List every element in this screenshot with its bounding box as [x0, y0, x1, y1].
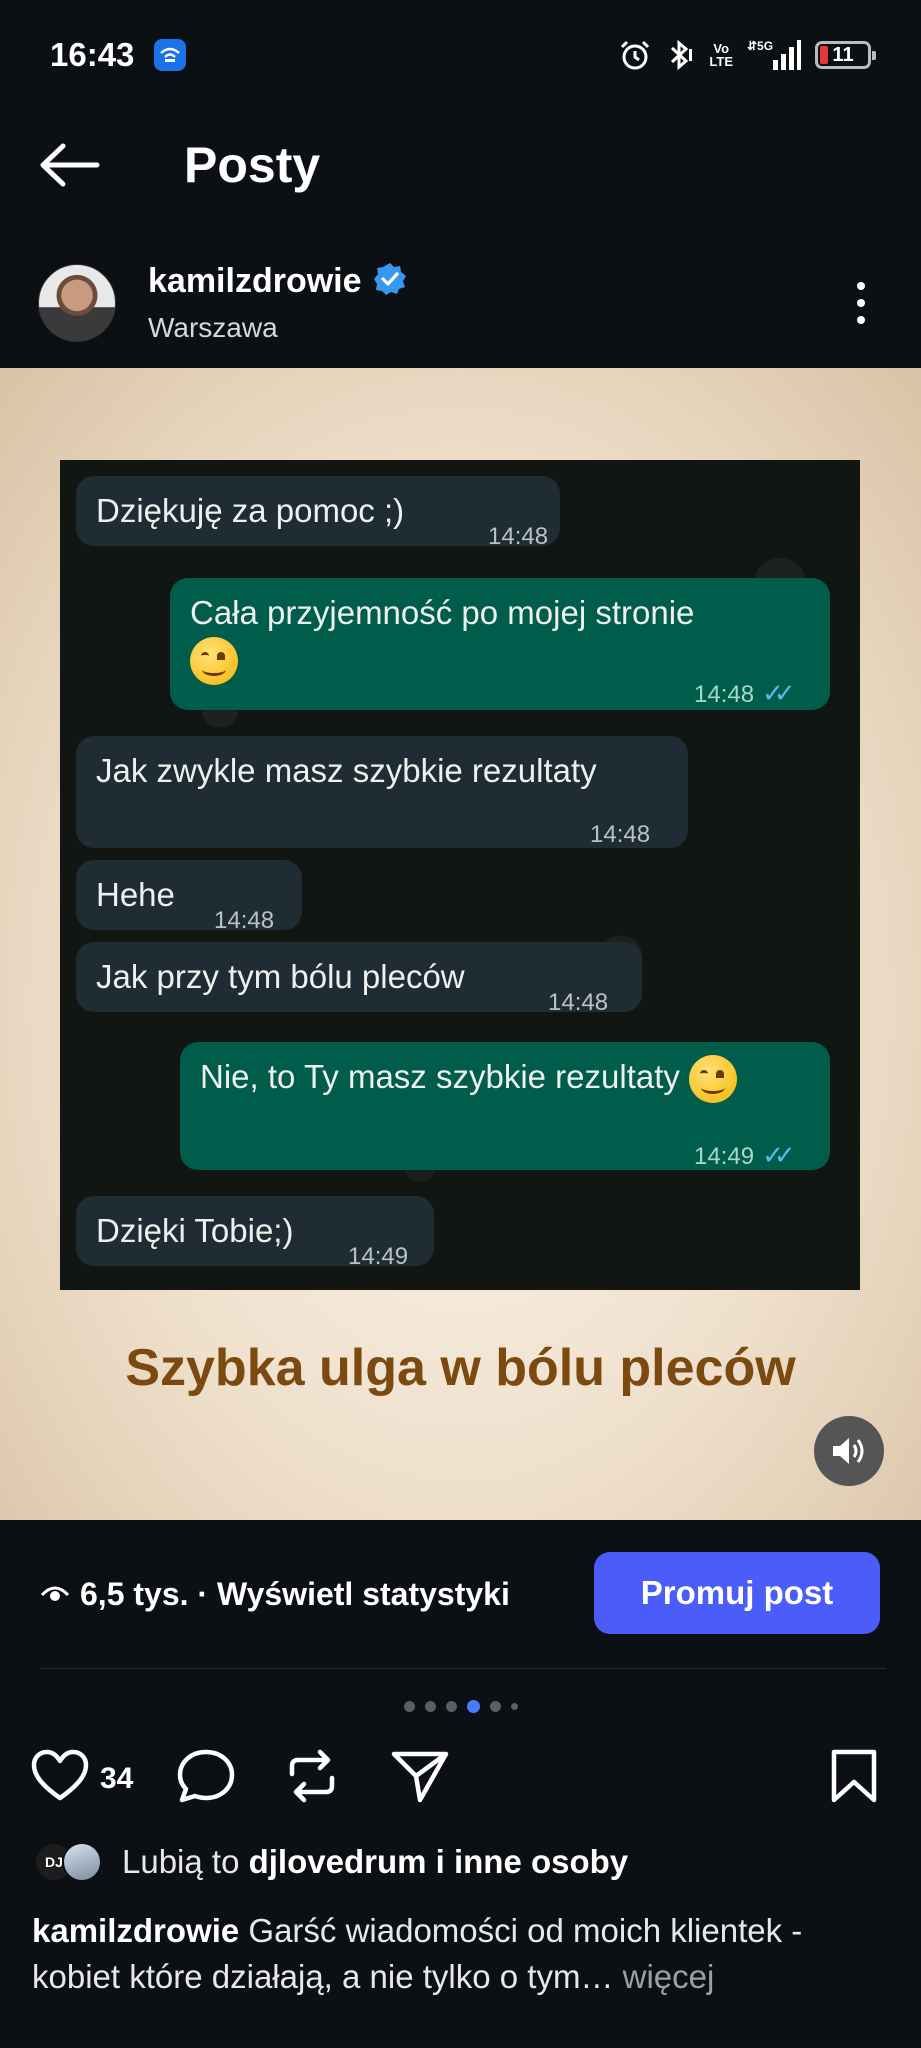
- chat-bubble-incoming: Jak zwykle masz szybkie rezultaty 14:48: [76, 736, 688, 848]
- back-button[interactable]: [30, 125, 110, 205]
- like-button[interactable]: [30, 1748, 90, 1809]
- media-overlay-title: Szybka ulga w bólu pleców: [125, 1339, 796, 1397]
- volte-icon: Vo LTE: [709, 41, 733, 69]
- action-bar: 34: [0, 1748, 921, 1810]
- sound-toggle-button[interactable]: [814, 1416, 884, 1486]
- likes-text: Lubią to djlovedrum i inne osoby: [122, 1843, 629, 1880]
- speaker-icon: [833, 1438, 864, 1464]
- carousel-dot-active: [466, 1700, 480, 1713]
- chat-message-time: 14:48: [214, 907, 275, 934]
- chat-message-text: Jak zwykle masz szybkie rezultaty: [96, 752, 597, 789]
- liker-username[interactable]: djlovedrum: [249, 1843, 427, 1880]
- more-options-button[interactable]: [841, 273, 881, 333]
- share-button[interactable]: [390, 1748, 450, 1804]
- wifi-app-icon: [154, 39, 187, 71]
- caption-username[interactable]: kamilzdrowie: [32, 1912, 239, 1949]
- liker-avatar: [62, 1842, 102, 1882]
- chat-message-text: Jak przy tym bólu pleców: [96, 958, 465, 995]
- like-action: 34: [30, 1748, 133, 1809]
- carousel-dot: [424, 1701, 436, 1712]
- more-dot-icon: [857, 315, 865, 324]
- caption-more-link[interactable]: więcej: [613, 1958, 715, 1995]
- chat-bubble-incoming: Dzięki Tobie;) 14:49: [76, 1196, 434, 1270]
- location-link[interactable]: Warszawa: [148, 312, 408, 344]
- chat-bubble-outgoing: Nie, to Ty masz szybkie rezultaty 14:49 ✓…: [180, 1042, 830, 1170]
- chat-screenshot: Dziękuję za pomoc ;) 14:48 Cała przyjemn…: [60, 460, 860, 1290]
- status-time: 16:43: [50, 36, 135, 73]
- chat-bubble-outgoing: Cała przyjemność po mojej stronie 14:48 ✓…: [170, 578, 830, 710]
- chat-message-time: 14:49: [348, 1243, 409, 1270]
- bluetooth-icon: [665, 39, 695, 71]
- post-caption: kamilzdrowie Garść wiadomości od moich k…: [32, 1908, 892, 2000]
- carousel-dot: [445, 1701, 457, 1712]
- chat-message-text: Dzięki Tobie;): [96, 1212, 294, 1249]
- arrow-left-icon: [40, 143, 100, 187]
- chat-bubble-incoming: Dziękuję za pomoc ;) 14:48: [76, 476, 560, 550]
- post-media[interactable]: Dziękuję za pomoc ;) 14:48 Cała przyjemn…: [0, 368, 921, 1520]
- read-ticks-icon: ✓✓: [762, 1140, 795, 1170]
- chat-bubble-incoming: Hehe 14:48: [76, 860, 302, 934]
- battery-icon: 11: [815, 41, 876, 69]
- like-count[interactable]: 34: [100, 1762, 133, 1796]
- verified-badge-icon: [372, 261, 408, 302]
- bookmark-icon: [831, 1749, 877, 1803]
- chat-message-text: Cała przyjemność po mojej stronie: [190, 590, 694, 686]
- svg-text:⇵5G: ⇵5G: [747, 39, 773, 53]
- top-bar: Posty: [0, 110, 921, 220]
- signal-icon: ⇵5G: [747, 38, 801, 72]
- divider: [40, 1668, 886, 1669]
- carousel-dot: [489, 1701, 501, 1712]
- chat-message-time: 14:48: [548, 989, 609, 1016]
- eye-icon: [40, 1586, 70, 1601]
- status-icons: Vo LTE ⇵5G 11: [619, 38, 876, 72]
- user-block: kamilzdrowie Warszawa: [148, 261, 408, 344]
- send-icon: [391, 1751, 449, 1803]
- views-text: 6,5 tys. · Wyświetl statystyki: [80, 1575, 510, 1612]
- chat-message-time: 14:48 ✓✓: [694, 670, 795, 718]
- save-button[interactable]: [830, 1748, 878, 1804]
- carousel-indicator: [0, 1700, 921, 1713]
- username[interactable]: kamilzdrowie: [148, 262, 362, 301]
- repost-button[interactable]: [284, 1748, 340, 1804]
- chat-message-text: Hehe: [96, 876, 175, 913]
- read-ticks-icon: ✓✓: [762, 678, 795, 708]
- chat-message-time: 14:49 ✓✓: [694, 1132, 795, 1180]
- more-dot-icon: [857, 298, 865, 307]
- comment-button[interactable]: [176, 1748, 236, 1804]
- carousel-dot: [510, 1703, 518, 1710]
- chat-message-text: Dziękuję za pomoc ;): [96, 492, 405, 529]
- page-title: Posty: [184, 137, 321, 193]
- smiling-face-emoji-icon: [190, 637, 238, 686]
- avatar[interactable]: [38, 263, 116, 342]
- promote-post-button[interactable]: Promuj post: [594, 1552, 880, 1634]
- heart-icon: [31, 1749, 89, 1801]
- comment-icon: [177, 1749, 235, 1803]
- insights-row: 6,5 tys. · Wyświetl statystyki Promuj po…: [0, 1552, 921, 1636]
- chat-bubble-incoming: Jak przy tym bólu pleców 14:48: [76, 942, 642, 1016]
- more-dot-icon: [857, 281, 865, 290]
- chat-message-text: Nie, to Ty masz szybkie rezultaty: [200, 1054, 738, 1104]
- status-bar: 16:43 Vo LTE ⇵5G 11: [0, 0, 921, 110]
- chat-message-time: 14:48: [488, 523, 549, 550]
- user-line: kamilzdrowie: [148, 261, 408, 302]
- alarm-icon: [619, 39, 651, 71]
- post-header: kamilzdrowie Warszawa: [0, 245, 921, 360]
- likes-row[interactable]: DJ Lubią to djlovedrum i inne osoby: [34, 1842, 628, 1882]
- repost-icon: [289, 1749, 335, 1803]
- chat-message-time: 14:48: [590, 821, 651, 848]
- carousel-dot: [403, 1701, 415, 1712]
- relieved-face-emoji-icon: [689, 1055, 738, 1104]
- view-insights-link[interactable]: 6,5 tys. · Wyświetl statystyki: [40, 1576, 510, 1613]
